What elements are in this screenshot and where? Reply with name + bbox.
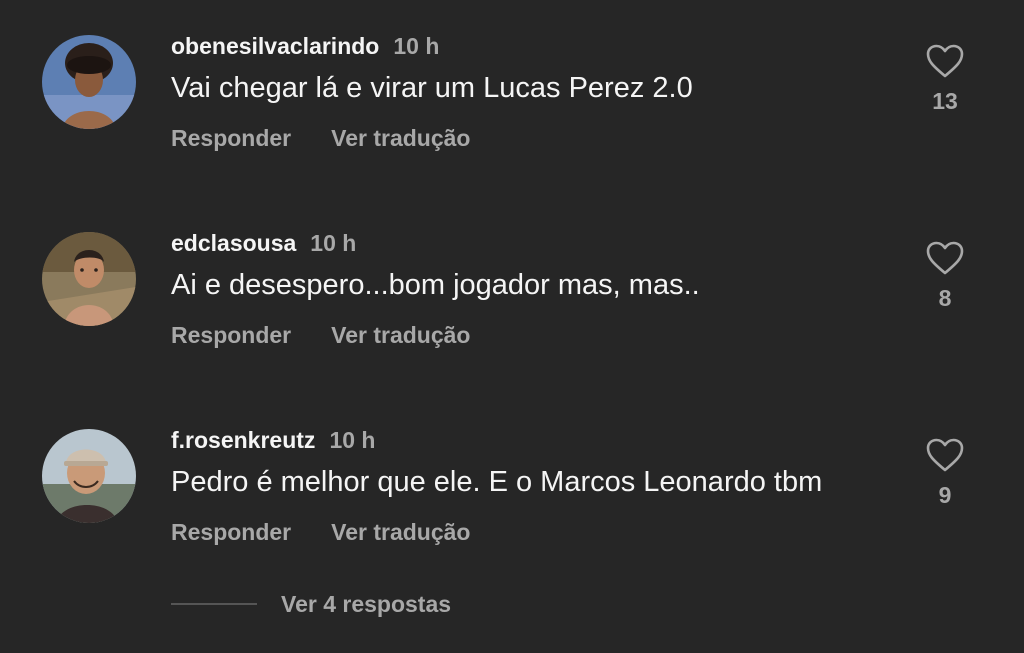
comment-text: Pedro é melhor que ele. E o Marcos Leona… xyxy=(171,466,823,498)
see-translation-button[interactable]: Ver tradução xyxy=(331,519,470,545)
heart-outline-icon[interactable] xyxy=(925,240,965,276)
comment-text: Ai e desespero...bom jogador mas, mas.. xyxy=(171,269,700,301)
like-count: 8 xyxy=(938,285,952,311)
see-translation-button[interactable]: Ver tradução xyxy=(331,125,470,151)
comment-actions: Responder Ver tradução xyxy=(171,123,470,153)
see-translation-button[interactable]: Ver tradução xyxy=(331,322,470,348)
reply-button[interactable]: Responder xyxy=(171,322,291,348)
reply-button[interactable]: Responder xyxy=(171,125,291,151)
username[interactable]: obenesilvaclarindo xyxy=(171,33,379,59)
view-replies-button[interactable]: Ver 4 respostas xyxy=(281,591,451,618)
timestamp: 10 h xyxy=(329,427,376,453)
like-control: 13 xyxy=(920,43,970,115)
like-control: 9 xyxy=(920,437,970,509)
avatar[interactable] xyxy=(42,35,136,129)
username[interactable]: edclasousa xyxy=(171,230,296,256)
avatar-icon xyxy=(42,35,136,129)
timestamp: 10 h xyxy=(310,230,357,256)
divider xyxy=(171,603,257,605)
avatar-icon xyxy=(42,232,136,326)
comment-item: f.rosenkreutz 10 h Pedro é melhor que ele… xyxy=(0,425,1024,615)
heart-outline-icon[interactable] xyxy=(925,43,965,79)
avatar[interactable] xyxy=(42,429,136,523)
comment-header: f.rosenkreutz 10 h xyxy=(171,425,375,455)
reply-button[interactable]: Responder xyxy=(171,519,291,545)
comment-actions: Responder Ver tradução xyxy=(171,517,470,547)
comment-header: obenesilvaclarindo 10 h xyxy=(171,31,439,61)
comment-actions: Responder Ver tradução xyxy=(171,320,470,350)
like-count: 9 xyxy=(938,482,952,508)
like-count: 13 xyxy=(932,88,958,114)
avatar-icon xyxy=(42,429,136,523)
heart-outline-icon[interactable] xyxy=(925,437,965,473)
view-replies-row: Ver 4 respostas xyxy=(171,588,451,620)
comment-item: obenesilvaclarindo 10 h Vai chegar lá e v… xyxy=(0,31,1024,221)
comment-text: Vai chegar lá e virar um Lucas Perez 2.0 xyxy=(171,72,693,104)
comment-header: edclasousa 10 h xyxy=(171,228,356,258)
username[interactable]: f.rosenkreutz xyxy=(171,427,315,453)
comment-item: edclasousa 10 h Ai e desespero...bom joga… xyxy=(0,228,1024,418)
timestamp: 10 h xyxy=(393,33,440,59)
avatar[interactable] xyxy=(42,232,136,326)
like-control: 8 xyxy=(920,240,970,312)
